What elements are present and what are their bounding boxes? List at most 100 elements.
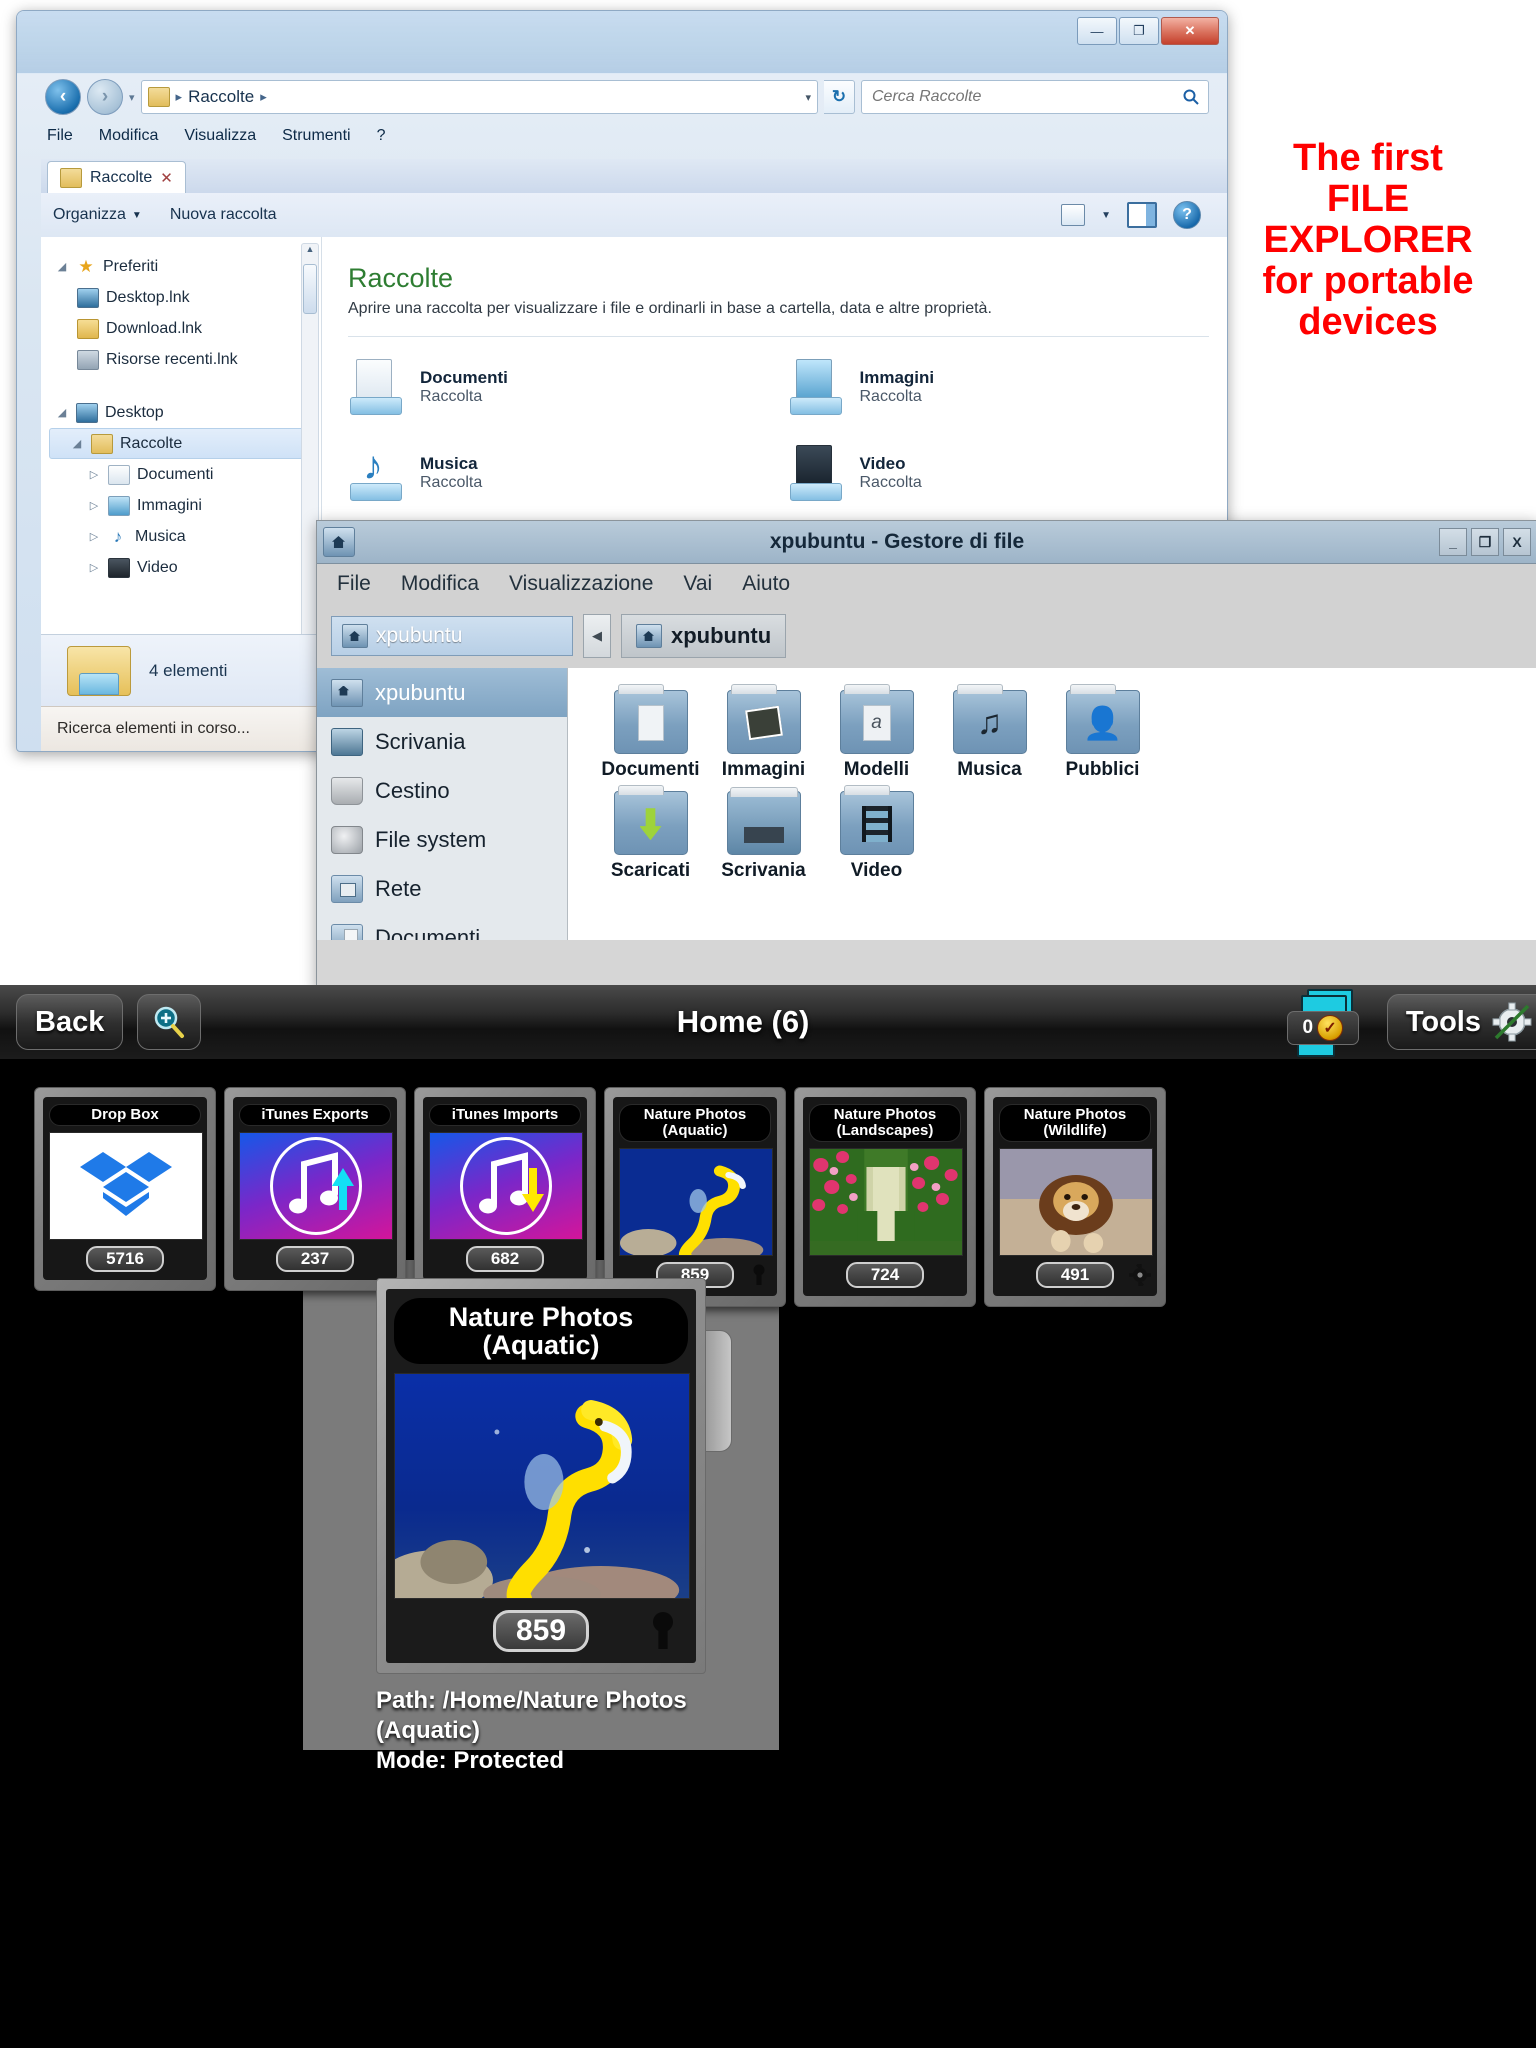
tree-item-desktop[interactable]: ◢ Desktop xyxy=(49,397,321,428)
folder-tree: ◢ ★ Preferiti Desktop.lnk Download.lnk R… xyxy=(41,237,321,583)
folder-card-itunes-exports[interactable]: iTunes Exports 237 xyxy=(224,1087,406,1307)
folder-card-nature-photos-wildlife[interactable]: Nature Photos (Wildlife) 491 xyxy=(984,1087,1166,1307)
twisty-icon[interactable]: ◢ xyxy=(70,437,84,450)
tab-raccolte[interactable]: Raccolte ✕ xyxy=(47,161,186,194)
folder-card-nature-photos-landscapes[interactable]: Nature Photos (Landscapes) 724 xyxy=(794,1087,976,1307)
minimize-button[interactable]: — xyxy=(1077,17,1117,45)
folder-scrivania[interactable]: Scrivania xyxy=(707,787,820,882)
library-item-name: Immagini xyxy=(859,368,935,387)
search-icon xyxy=(1183,89,1199,105)
breadcrumb-xpubuntu[interactable]: xpubuntu xyxy=(621,614,787,658)
menu-file[interactable]: File xyxy=(337,572,371,596)
folder-musica[interactable]: ♫ Musica xyxy=(933,684,1046,781)
organize-button[interactable]: Organizza ▼ xyxy=(53,206,142,224)
twisty-icon[interactable]: ▷ xyxy=(87,530,101,543)
history-dropdown-icon[interactable]: ▾ xyxy=(129,91,135,104)
folder-video[interactable]: Video xyxy=(820,785,933,882)
sidebar-item-documenti[interactable]: Documenti xyxy=(317,913,567,940)
close-button[interactable]: ✕ xyxy=(1161,17,1219,45)
menu-modifica[interactable]: Modifica xyxy=(401,572,479,596)
tree-item-documenti[interactable]: ▷ Documenti xyxy=(49,459,321,490)
breadcrumb-root[interactable]: Raccolte xyxy=(188,87,254,107)
folder-scaricati[interactable]: Scaricati xyxy=(594,785,707,882)
back-button[interactable]: ‹ xyxy=(45,79,81,115)
minimize-button[interactable]: _ xyxy=(1439,528,1467,556)
menu-vai[interactable]: Vai xyxy=(683,572,712,596)
folder-documenti[interactable]: Documenti xyxy=(594,684,707,781)
detail-card[interactable]: Nature Photos (Aquatic) 859 Path: /Home/… xyxy=(376,1278,732,1776)
refresh-button[interactable]: ↻ xyxy=(824,80,855,114)
tree-item-desktop-lnk[interactable]: Desktop.lnk xyxy=(49,282,321,313)
explorer-menubar: File Modifica Visualizza Strumenti ? xyxy=(47,127,385,145)
tree-item-raccolte[interactable]: ◢ Raccolte xyxy=(49,428,315,459)
menu-aiuto[interactable]: Aiuto xyxy=(742,572,790,596)
view-mode-icon[interactable] xyxy=(1061,204,1086,226)
library-item-video[interactable]: Video Raccolta xyxy=(788,445,1228,501)
new-library-button[interactable]: Nuova raccolta xyxy=(170,206,277,224)
tab-close-icon[interactable]: ✕ xyxy=(160,169,173,187)
preview-pane-icon[interactable] xyxy=(1127,202,1157,228)
card-name-line2: (Landscapes) xyxy=(836,1121,934,1139)
forward-button[interactable]: › xyxy=(87,79,123,115)
card-name-line1: Nature Photos xyxy=(833,1106,937,1123)
folder-modelli[interactable]: a Modelli xyxy=(820,684,933,781)
folder-pubblici[interactable]: 👤 Pubblici xyxy=(1046,684,1159,781)
annotation-line-3: EXPLORER xyxy=(1263,219,1473,262)
scrollbar-thumb[interactable] xyxy=(303,264,317,314)
sidebar-item-scrivania[interactable]: Scrivania xyxy=(317,717,567,766)
tree-item-video[interactable]: ▷ Video xyxy=(49,552,321,583)
lock-icon xyxy=(749,1264,769,1286)
menu-visualizza[interactable]: Visualizza xyxy=(184,127,256,145)
search-input[interactable] xyxy=(870,87,1182,107)
tree-item-download-lnk[interactable]: Download.lnk xyxy=(49,313,321,344)
detail-name-line2: (Aquatic) xyxy=(482,1330,600,1361)
annotation-line-1: The first xyxy=(1293,137,1443,179)
close-button[interactable]: X xyxy=(1503,528,1531,556)
breadcrumb-dropdown-icon[interactable]: ▾ xyxy=(805,91,811,104)
path-back-button[interactable]: ◀ xyxy=(583,614,611,658)
breadcrumb[interactable]: ▸ Raccolte ▸ ▾ xyxy=(140,80,818,114)
menu-file[interactable]: File xyxy=(47,127,73,145)
folder-card-drop-box[interactable]: Drop Box 5716 xyxy=(34,1087,216,1307)
tree-item-musica[interactable]: ▷ ♪ Musica xyxy=(49,521,321,552)
tree-item-immagini[interactable]: ▷ Immagini xyxy=(49,490,321,521)
clipboard-count-badge[interactable]: 0 ✓ xyxy=(1286,1011,1359,1045)
tree-item-preferiti[interactable]: ◢ ★ Preferiti xyxy=(49,251,321,282)
library-item-immagini[interactable]: Immagini Raccolta xyxy=(788,359,1228,415)
menu-strumenti[interactable]: Strumenti xyxy=(282,127,350,145)
folder-immagini[interactable]: Immagini xyxy=(707,684,820,781)
library-item-documenti[interactable]: Documenti Raccolta xyxy=(348,359,788,415)
tree-item-risorse-recenti-lnk[interactable]: Risorse recenti.lnk xyxy=(49,344,321,375)
twisty-icon[interactable]: ▷ xyxy=(87,561,101,574)
sidebar-item-file-system[interactable]: File system xyxy=(317,815,567,864)
menu-help[interactable]: ? xyxy=(377,127,386,145)
menu-modifica[interactable]: Modifica xyxy=(99,127,159,145)
twisty-icon[interactable]: ◢ xyxy=(55,406,69,419)
menu-visualizzazione[interactable]: Visualizzazione xyxy=(509,572,653,596)
search-button[interactable] xyxy=(137,994,202,1050)
chevron-down-icon[interactable]: ▼ xyxy=(1101,210,1111,221)
folder-card-nature-photos-aquatic[interactable]: Nature Photos (Aquatic) 859 xyxy=(604,1087,786,1307)
maximize-button[interactable]: ❐ xyxy=(1119,17,1159,45)
tools-button[interactable]: Tools xyxy=(1386,994,1536,1050)
page-subtitle: Aprire una raccolta per visualizzare i f… xyxy=(348,300,992,317)
twisty-icon[interactable]: ▷ xyxy=(87,499,101,512)
search-box[interactable] xyxy=(861,80,1209,114)
sidebar-item-xpubuntu-header[interactable]: xpubuntu xyxy=(331,616,573,656)
clipboard-tray[interactable]: 0 ✓ xyxy=(1285,989,1373,1057)
sidebar-item-xpubuntu[interactable]: xpubuntu xyxy=(317,668,567,717)
sidebar-item-label: Documenti xyxy=(375,924,481,941)
dropbox-icon xyxy=(49,1131,203,1240)
folder-card-itunes-imports[interactable]: iTunes Imports 682 xyxy=(414,1087,596,1307)
back-button[interactable]: Back xyxy=(16,994,124,1050)
sidebar-item-rete[interactable]: Rete xyxy=(317,864,567,913)
twisty-icon[interactable]: ◢ xyxy=(55,260,69,273)
clipboard-count: 0 xyxy=(1302,1017,1314,1038)
card-count: 5716 xyxy=(86,1245,164,1272)
library-item-musica[interactable]: ♪ Musica Raccolta xyxy=(348,445,788,501)
sidebar-item-cestino[interactable]: Cestino xyxy=(317,766,567,815)
maximize-button[interactable]: ❐ xyxy=(1471,528,1499,556)
help-icon[interactable]: ? xyxy=(1173,201,1201,229)
twisty-icon[interactable]: ▷ xyxy=(87,468,101,481)
scroll-up-icon[interactable]: ▲ xyxy=(302,244,318,259)
